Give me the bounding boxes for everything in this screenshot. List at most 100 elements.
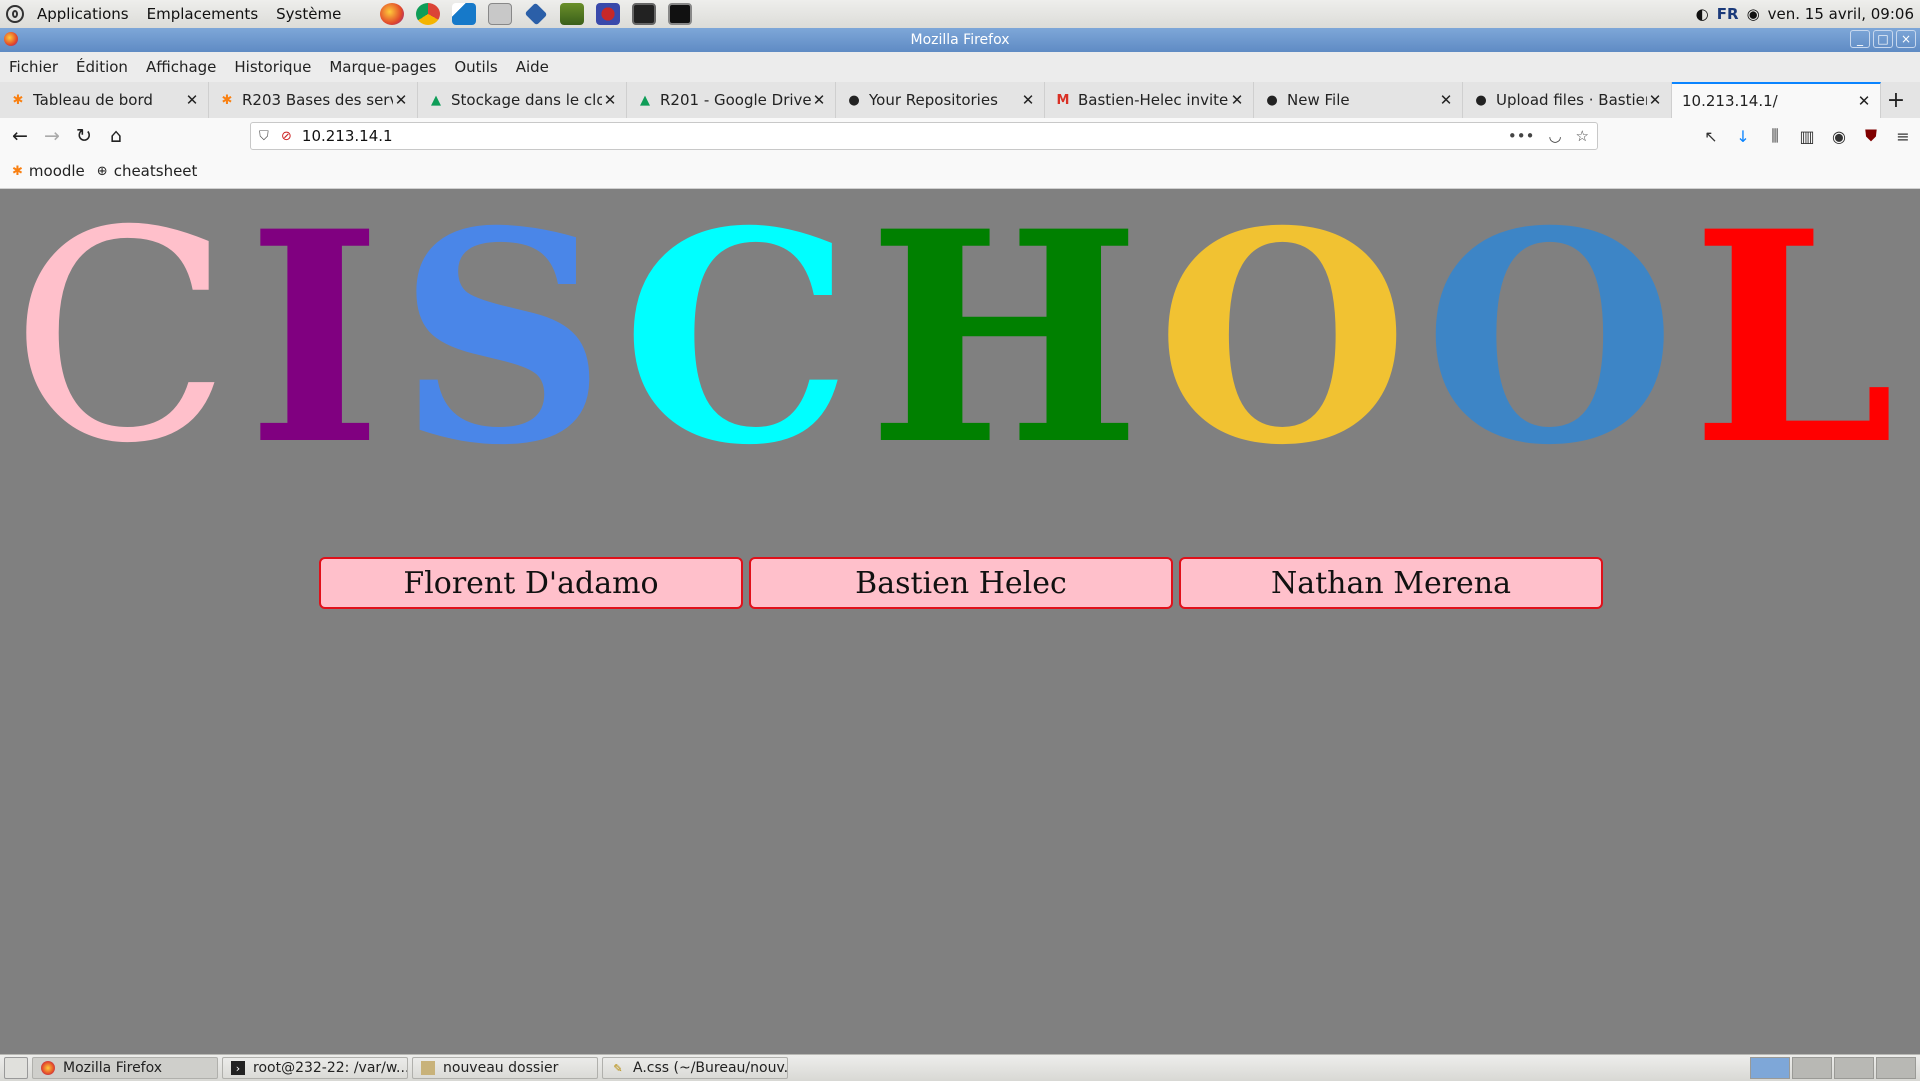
eye-icon[interactable]: ◉	[1747, 5, 1760, 23]
menu-outils[interactable]: Outils	[445, 58, 506, 76]
task-label: nouveau dossier	[443, 1060, 559, 1076]
menu-affichage[interactable]: Affichage	[137, 58, 225, 76]
tab-label: R203 Bases des service	[242, 91, 393, 109]
logo-letter: C	[10, 170, 232, 507]
keyboard-layout-indicator[interactable]: FR	[1717, 5, 1739, 23]
github-icon: ●	[1475, 92, 1487, 108]
close-window-button[interactable]: ×	[1896, 30, 1916, 48]
account-icon[interactable]: ◉	[1828, 127, 1850, 146]
member-button-florent[interactable]: Florent D'adamo	[319, 557, 743, 609]
volume-icon[interactable]: ◐	[1696, 5, 1709, 23]
team-member-buttons: Florent D'adamo Bastien Helec Nathan Mer…	[319, 557, 1603, 609]
firefox-icon	[41, 1061, 55, 1075]
url-bar[interactable]: ⛉ ⊘ 10.213.14.1 ••• ◡ ☆	[250, 122, 1598, 150]
tab-close-icon[interactable]: ✕	[1647, 91, 1663, 109]
network-tool-launcher-icon[interactable]	[560, 3, 585, 25]
workspace-1[interactable]	[1750, 1057, 1790, 1079]
tab-r201-drive[interactable]: ▲ R201 - Google Drive ✕	[627, 82, 836, 118]
github-icon: ●	[848, 92, 860, 108]
menu-edition[interactable]: Édition	[67, 58, 137, 76]
terminal-window-launcher-icon[interactable]	[632, 3, 657, 25]
maximize-button[interactable]: □	[1873, 30, 1893, 48]
menu-historique[interactable]: Historique	[225, 58, 320, 76]
insecure-connection-icon[interactable]: ⊘	[281, 129, 292, 144]
task-folder[interactable]: nouveau dossier	[412, 1057, 598, 1079]
logo-letter: O	[1156, 169, 1409, 509]
firefox-icon	[4, 32, 18, 46]
tab-new-file[interactable]: ● New File ✕	[1254, 82, 1463, 118]
minimize-button[interactable]: _	[1850, 30, 1870, 48]
member-button-bastien[interactable]: Bastien Helec	[749, 557, 1173, 609]
workspace-2[interactable]	[1792, 1057, 1832, 1079]
tracking-shield-icon[interactable]: ⛉	[259, 129, 273, 144]
menu-aide[interactable]: Aide	[507, 58, 558, 76]
reload-button[interactable]: ↻	[68, 121, 100, 151]
calculator-launcher-icon[interactable]	[488, 3, 513, 25]
tab-stockage-cloud[interactable]: ▲ Stockage dans le cloud ✕	[418, 82, 627, 118]
workspace-4[interactable]	[1876, 1057, 1916, 1079]
tab-r203[interactable]: ✱ R203 Bases des service ✕	[209, 82, 418, 118]
tab-active-local-site[interactable]: 10.213.14.1/ ✕	[1672, 82, 1881, 118]
window-title: Mozilla Firefox	[910, 32, 1010, 48]
panel-menu-applications[interactable]: Applications	[28, 5, 138, 23]
downloads-icon[interactable]: ↓	[1732, 127, 1754, 146]
gns3-launcher-icon[interactable]	[596, 3, 621, 25]
tab-tableau-de-bord[interactable]: ✱ Tableau de bord ✕	[0, 82, 209, 118]
logo-letter: C	[621, 169, 853, 509]
tab-label: New File	[1287, 91, 1350, 109]
member-button-nathan[interactable]: Nathan Merena	[1179, 557, 1603, 609]
library-icon[interactable]: ⫼	[1764, 126, 1786, 146]
panel-menu-places[interactable]: Emplacements	[138, 5, 268, 23]
tab-label: Tableau de bord	[33, 91, 153, 109]
tab-close-icon[interactable]: ✕	[1438, 91, 1454, 109]
task-terminal[interactable]: › root@232-22: /var/w...	[222, 1057, 408, 1079]
logo-letter: H	[867, 169, 1142, 509]
hamburger-menu-icon[interactable]: ≡	[1892, 127, 1914, 146]
tab-close-icon[interactable]: ✕	[1020, 91, 1036, 109]
window-titlebar[interactable]: Mozilla Firefox _ □ ×	[0, 28, 1920, 52]
bookmark-star-icon[interactable]: ☆	[1576, 127, 1589, 145]
tab-label: Your Repositories	[869, 91, 998, 109]
panel-menu-system[interactable]: Système	[267, 5, 350, 23]
tab-close-icon[interactable]: ✕	[1229, 91, 1245, 109]
ublock-icon[interactable]: ⛊	[1860, 126, 1882, 146]
tab-upload-files[interactable]: ● Upload files · Bastien-H ✕	[1463, 82, 1672, 118]
virtualbox-launcher-icon[interactable]	[524, 2, 548, 26]
show-desktop-button[interactable]	[4, 1057, 28, 1079]
tab-label: R201 - Google Drive	[660, 91, 811, 109]
tab-your-repositories[interactable]: ● Your Repositories ✕	[836, 82, 1045, 118]
wireshark-launcher-icon[interactable]	[452, 3, 477, 25]
sidebar-icon[interactable]: ▥	[1796, 127, 1818, 146]
page-actions-icon[interactable]: •••	[1508, 127, 1535, 145]
home-button[interactable]: ⌂	[100, 121, 132, 151]
gnome-foot-icon[interactable]	[6, 5, 24, 23]
task-firefox[interactable]: Mozilla Firefox	[32, 1057, 218, 1079]
task-label: Mozilla Firefox	[63, 1060, 163, 1076]
url-text[interactable]: 10.213.14.1	[302, 127, 393, 145]
chrome-launcher-icon[interactable]	[416, 3, 441, 25]
tab-close-icon[interactable]: ✕	[811, 91, 827, 109]
new-tab-button[interactable]: +	[1881, 82, 1911, 118]
forward-button[interactable]: →	[36, 121, 68, 151]
menu-fichier[interactable]: Fichier	[0, 58, 67, 76]
terminal-icon: ›	[231, 1061, 245, 1075]
pocket-icon[interactable]: ◡	[1548, 127, 1561, 145]
workspace-switcher[interactable]	[1750, 1057, 1916, 1079]
tab-close-icon[interactable]: ✕	[1856, 92, 1872, 110]
menu-marque-pages[interactable]: Marque-pages	[320, 58, 445, 76]
google-drive-icon: ▲	[431, 92, 441, 108]
tab-gmail-invite[interactable]: M Bastien-Helec invited y ✕	[1045, 82, 1254, 118]
panel-clock[interactable]: ven. 15 avril, 09:06	[1768, 5, 1914, 23]
task-text-editor[interactable]: ✎ A.css (~/Bureau/nouv...	[602, 1057, 788, 1079]
tab-close-icon[interactable]: ✕	[184, 91, 200, 109]
google-drive-icon: ▲	[640, 92, 650, 108]
terminal-launcher-icon[interactable]	[668, 3, 693, 25]
tab-close-icon[interactable]: ✕	[393, 91, 409, 109]
firefox-launcher-icon[interactable]	[380, 3, 405, 25]
navigation-bar: ← → ↻ ⌂ ⛉ ⊘ 10.213.14.1 ••• ◡ ☆ ↖ ↓ ⫼ ▥ …	[0, 118, 1920, 154]
workspace-3[interactable]	[1834, 1057, 1874, 1079]
gmail-icon: M	[1056, 92, 1070, 108]
back-button[interactable]: ←	[4, 121, 36, 151]
tab-close-icon[interactable]: ✕	[602, 91, 618, 109]
logo-letter: O	[1423, 169, 1677, 509]
